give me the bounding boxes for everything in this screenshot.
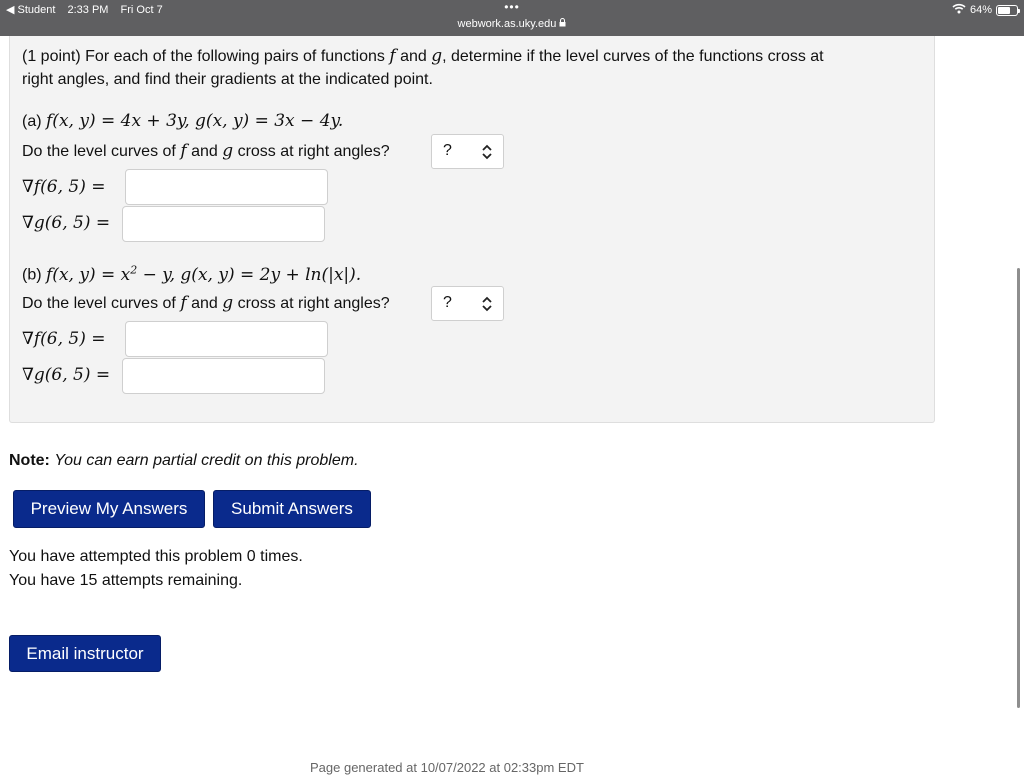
- part-a-grad-g-label: ∇g(6, 5) =: [22, 213, 111, 233]
- lock-icon: [559, 18, 566, 29]
- f-symbol: f: [180, 293, 187, 313]
- part-b-grad-g-label: ∇g(6, 5) =: [22, 365, 111, 385]
- part-b-right-angles-select[interactable]: ?: [431, 286, 504, 321]
- wifi-icon: [952, 3, 966, 17]
- def-post: − y, g(x, y) = 2y + ln(|x|).: [137, 264, 362, 285]
- part-b-question: Do the level curves of f and g cross at …: [22, 293, 390, 313]
- status-bar: ◀ Student 2:33 PM Fri Oct 7 ••• webwork.…: [0, 0, 1024, 36]
- page-scrollbar[interactable]: [1017, 268, 1020, 708]
- part-b-label: (b): [22, 266, 42, 284]
- intro-and: and: [400, 48, 427, 65]
- battery-icon: [996, 4, 1020, 16]
- select-value: ?: [443, 142, 452, 159]
- part-a-functions: f(x, y) = 4x + 3y, g(x, y) = 3x − 4y.: [46, 111, 344, 131]
- intro-rest: , determine if the level curves of the f…: [442, 48, 824, 65]
- g-symbol: g: [222, 293, 234, 313]
- intro-f-symbol: f: [389, 46, 396, 66]
- part-a-definition: (a) f(x, y) = 4x + 3y, g(x, y) = 3x − 4y…: [22, 111, 343, 131]
- part-a-right-angles-select[interactable]: ?: [431, 134, 504, 169]
- intro-text: (1 point) For each of the following pair…: [22, 48, 385, 65]
- question-text: Do the level curves of: [22, 295, 176, 312]
- attempts-remaining: You have 15 attempts remaining.: [9, 572, 243, 589]
- part-b-grad-f-label: ∇f(6, 5) =: [22, 329, 106, 349]
- problem-panel: (1 point) For each of the following pair…: [9, 36, 935, 423]
- note-text: You can earn partial credit on this prob…: [54, 452, 359, 469]
- preview-answers-button[interactable]: Preview My Answers: [13, 490, 205, 528]
- note-label: Note:: [9, 452, 50, 469]
- g-symbol: g: [222, 141, 234, 161]
- and-text: and: [191, 143, 218, 160]
- f-symbol: f: [180, 141, 187, 161]
- problem-intro-line1: (1 point) For each of the following pair…: [22, 46, 824, 66]
- status-right: 64%: [952, 3, 1020, 17]
- more-dots-icon[interactable]: •••: [0, 1, 1024, 13]
- part-b-definition: (b) f(x, y) = x2 − y, g(x, y) = 2y + ln(…: [22, 263, 361, 285]
- question-text: Do the level curves of: [22, 143, 176, 160]
- url-text: webwork.as.uky.edu: [457, 18, 557, 30]
- part-a-question: Do the level curves of f and g cross at …: [22, 141, 390, 161]
- battery-fill: [998, 6, 1010, 14]
- and-text: and: [191, 295, 218, 312]
- battery-percent: 64%: [969, 4, 992, 16]
- part-b-functions: f(x, y) = x2 − y, g(x, y) = 2y + ln(|x|)…: [46, 263, 362, 285]
- select-value: ?: [443, 294, 452, 311]
- submit-answers-button[interactable]: Submit Answers: [213, 490, 371, 528]
- part-a-grad-f-label: ∇f(6, 5) =: [22, 177, 106, 197]
- part-a-grad-f-input[interactable]: [125, 169, 328, 205]
- partial-credit-note: Note: You can earn partial credit on thi…: [9, 452, 359, 470]
- question-end: cross at right angles?: [237, 143, 390, 160]
- part-a-grad-g-input[interactable]: [122, 206, 325, 242]
- def-pre: f(x, y) = x: [46, 264, 131, 285]
- address-bar[interactable]: webwork.as.uky.edu: [0, 18, 1024, 30]
- problem-intro-line2: right angles, and find their gradients a…: [22, 71, 433, 88]
- intro-g-symbol: g: [431, 46, 443, 66]
- part-a-label: (a): [22, 113, 42, 130]
- email-instructor-button[interactable]: Email instructor: [9, 635, 161, 672]
- chevron-up-down-icon: [480, 294, 494, 314]
- chevron-up-down-icon: [480, 142, 494, 162]
- part-b-grad-g-input[interactable]: [122, 358, 325, 394]
- attempts-made: You have attempted this problem 0 times.: [9, 548, 303, 565]
- part-b-grad-f-input[interactable]: [125, 321, 328, 357]
- question-end: cross at right angles?: [237, 295, 390, 312]
